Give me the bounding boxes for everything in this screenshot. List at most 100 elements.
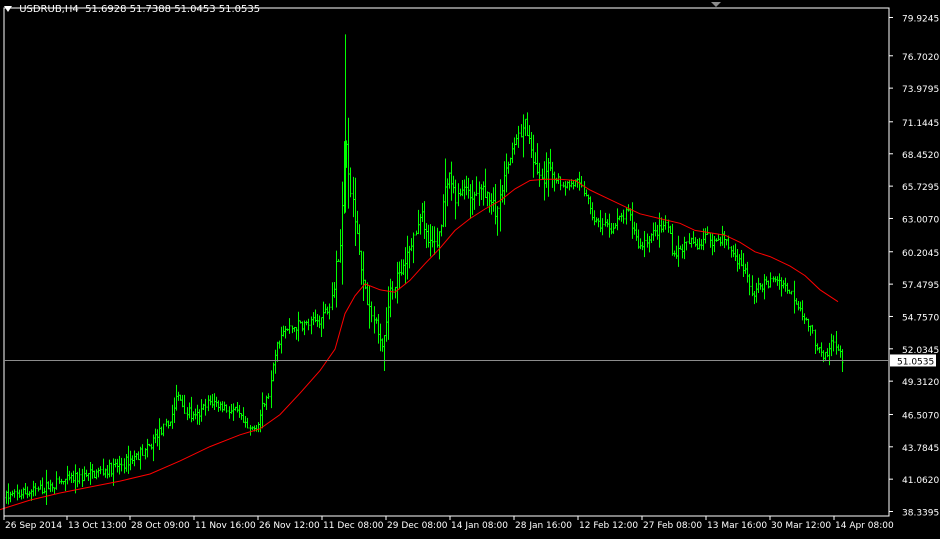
ohlc-bar: [213, 393, 216, 410]
shift-marker-icon[interactable]: [711, 2, 721, 7]
ohlc-bar: [580, 175, 583, 188]
x-tick-label: 26 Sep 2014: [5, 521, 62, 531]
ohlc-bar: [356, 210, 359, 235]
ohlc-bar: [694, 237, 697, 247]
x-tick-label: 26 Nov 12:00: [259, 521, 320, 531]
ohlc-bar: [578, 171, 581, 191]
ohlc-bar: [234, 406, 237, 411]
dropdown-triangle-icon[interactable]: [4, 6, 12, 12]
ohlc-bar: [517, 125, 520, 148]
ohlc-bar: [328, 303, 331, 320]
ohlc-bar: [830, 333, 833, 357]
ohlc-bar: [564, 181, 567, 196]
y-tick-label: 71.1445: [902, 119, 939, 129]
ohlc-bar: [314, 309, 317, 323]
y-tick-label: 38.3395: [902, 509, 939, 519]
ohlc-bar: [120, 457, 123, 472]
ohlc-bar: [566, 181, 569, 189]
ohlc-bar: [263, 402, 266, 408]
ohlc-bar: [820, 342, 823, 357]
ohlc-bar: [583, 181, 586, 197]
ohlc-bar: [204, 398, 207, 416]
chart-canvas[interactable]: 79.9245 76.7020 73.9795 71.1445 68.4520 65.72…: [0, 0, 940, 535]
ohlc-bar: [125, 453, 128, 472]
ohlc-bar: [412, 232, 415, 264]
y-tick-label: 54.7570: [902, 313, 939, 323]
ohlc-bar: [475, 176, 478, 197]
ohlc-bar: [89, 461, 92, 485]
ohlc-bar: [679, 245, 682, 250]
ohlc-bar: [144, 448, 147, 460]
ohlc-bar: [114, 458, 117, 468]
ohlc-bar: [587, 194, 590, 205]
plot-frame: [3, 7, 890, 517]
ohlc-bar: [417, 209, 420, 235]
ohlc-bar: [381, 338, 384, 352]
ohlc-bar: [192, 411, 195, 421]
ohlc-bar: [141, 444, 144, 457]
ohlc-bar: [608, 213, 611, 238]
ohlc-bar: [585, 189, 588, 197]
ohlc-bar: [681, 244, 684, 259]
ohlc-bar: [673, 250, 676, 257]
ohlc-bar: [459, 188, 462, 197]
ohlc-bar: [307, 318, 310, 331]
x-tick-label: 14 Apr 08:00: [835, 521, 894, 531]
ohlc-bar: [515, 134, 518, 146]
ohlc-bar: [541, 168, 544, 180]
ohlc-bar: [99, 466, 102, 475]
ohlc-bar: [173, 397, 176, 423]
ohlc-bar: [190, 396, 193, 423]
ohlc-bar: [572, 180, 575, 190]
ohlc-bar: [723, 231, 726, 249]
ohlc-bar: [118, 455, 121, 475]
ohlc-bar: [452, 175, 455, 194]
ohlc-bar: [652, 222, 655, 241]
ohlc-bar: [740, 249, 743, 267]
ohlc-bar: [824, 351, 827, 362]
ohlc-bar: [154, 428, 157, 444]
ohlc-bar: [837, 344, 840, 351]
ohlc-bar: [559, 176, 562, 191]
ohlc-bar: [553, 171, 556, 192]
ohlc-bar: [310, 316, 313, 335]
ohlc-bar: [383, 335, 386, 371]
ohlc-bar: [215, 396, 218, 408]
ohlc-bar: [473, 191, 476, 210]
ohlc-bar: [656, 224, 659, 240]
ohlc-bar: [291, 325, 294, 334]
ohlc-bar: [826, 348, 829, 358]
ohlc-bar: [83, 466, 86, 482]
ohlc-bar: [471, 180, 474, 215]
ohlc-bar: [547, 157, 550, 197]
ohlc-bar: [335, 250, 338, 308]
ohlc-bar: [34, 482, 37, 496]
ohlc-bar: [5, 490, 8, 504]
ohlc-bar: [198, 409, 201, 425]
ohlc-bar: [772, 276, 775, 283]
ohlc-bar: [606, 219, 609, 228]
ohlc-bar: [202, 403, 205, 411]
ohlc-bar: [129, 450, 132, 471]
price-chart[interactable]: 79.9245 76.7020 73.9795 71.1445 68.4520 65.72…: [0, 0, 940, 535]
ohlc-bar: [461, 179, 464, 197]
ohlc-bar: [354, 177, 357, 246]
ohlc-bar: [257, 422, 260, 433]
ohlc-bar: [803, 313, 806, 324]
ohlc-bar: [478, 181, 481, 206]
y-tick-label: 57.4795: [902, 281, 939, 291]
ohlc-bar: [209, 395, 212, 406]
ohlc-bar: [784, 277, 787, 292]
ohlc-bar: [186, 407, 189, 421]
ohlc-bar: [408, 245, 411, 269]
ohlc-bar: [448, 172, 451, 189]
ohlc-bar: [284, 325, 287, 339]
ohlc-bar: [604, 212, 607, 227]
ohlc-bar: [62, 481, 65, 485]
ohlc-bar: [97, 467, 100, 478]
x-tick-label: 28 Jan 16:00: [515, 521, 572, 531]
ohlc-bar: [597, 217, 600, 228]
ohlc-bar: [68, 470, 71, 481]
ohlc-bar: [765, 276, 768, 285]
ohlc-bar: [562, 181, 565, 188]
